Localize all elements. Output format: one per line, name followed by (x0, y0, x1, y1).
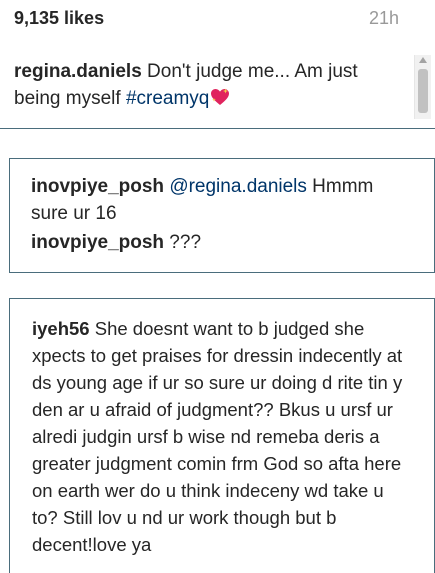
caption: regina.daniels Don't judge me... Am just… (14, 58, 399, 112)
comment-card: iyeh56 She doesnt want to b judged she x… (9, 298, 435, 573)
caption-username[interactable]: regina.daniels (14, 61, 142, 82)
comment-card: inovpiye_posh @regina.daniels Hmmm sure … (9, 158, 435, 273)
chevron-up-icon[interactable] (419, 57, 427, 63)
caption-scrollbar[interactable] (414, 55, 431, 119)
likes-row: 9,135 likes 21h (14, 8, 399, 29)
comment-text: She doesnt want to b judged she xpects t… (32, 318, 403, 555)
comment-username[interactable]: inovpiye_posh (31, 232, 164, 253)
post-time: 21h (368, 8, 399, 28)
likes-count[interactable]: 9,135 likes (14, 8, 104, 29)
comment: inovpiye_posh @regina.daniels Hmmm sure … (31, 173, 401, 227)
comment-mention[interactable]: @regina.daniels (169, 176, 307, 197)
comment-text: ??? (164, 232, 202, 253)
comment: iyeh56 She doesnt want to b judged she x… (32, 315, 412, 558)
section-divider (0, 128, 435, 129)
comment-username[interactable]: inovpiye_posh (31, 176, 164, 197)
comment-username[interactable]: iyeh56 (32, 318, 90, 339)
sparkling-heart-icon (210, 87, 230, 105)
scrollbar-thumb[interactable] (418, 69, 428, 113)
caption-hashtag[interactable]: #creamyq (126, 88, 209, 109)
comment: inovpiye_posh ??? (31, 229, 401, 256)
